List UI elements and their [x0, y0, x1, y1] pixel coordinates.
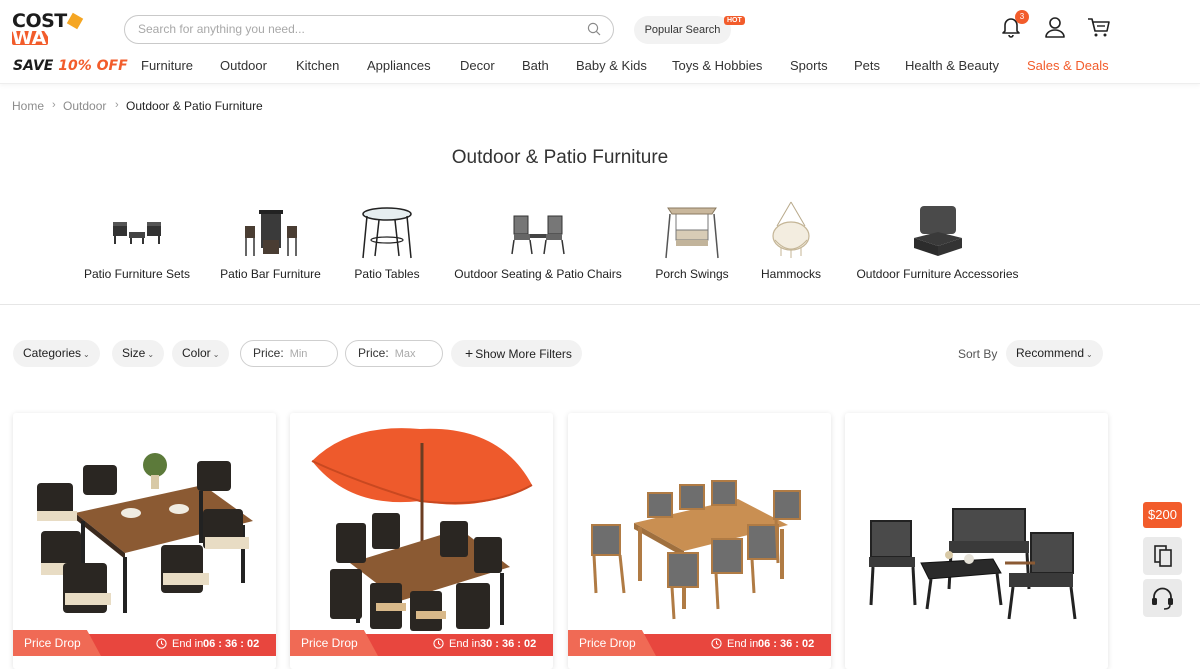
notification-count-badge: 3 — [1015, 10, 1029, 24]
price-drop-bar: Price Drop End in 06 : 36 : 02 — [568, 630, 831, 656]
nav-furniture[interactable]: Furniture — [141, 58, 193, 73]
end-in-label: End in — [449, 638, 481, 650]
nav-pets[interactable]: Pets — [854, 58, 880, 73]
patio-chairs-thumbnail — [511, 215, 565, 255]
filter-color[interactable]: Color ⌄ — [172, 340, 230, 367]
product-card[interactable]: Price Drop End in 06 : 36 : 02 — [13, 413, 276, 669]
site-header: COST WAY SAVE 10% OFF Popular Search HOT… — [0, 0, 1200, 84]
nav-baby-kids[interactable]: Baby & Kids — [576, 58, 647, 73]
category-patio-tables[interactable]: Patio Tables — [352, 200, 422, 281]
nav-decor[interactable]: Decor — [460, 58, 495, 73]
chevron-right-icon: › — [52, 99, 56, 111]
customer-service-button[interactable] — [1143, 579, 1182, 617]
category-label: Outdoor Seating & Patio Chairs — [454, 267, 622, 281]
cushion-thumbnail — [913, 206, 962, 256]
section-divider — [0, 304, 1200, 305]
cart-icon[interactable] — [1086, 14, 1112, 40]
clock-icon — [433, 638, 444, 649]
end-in-label: End in — [172, 638, 204, 650]
category-label: Patio Furniture Sets — [83, 267, 191, 281]
chevron-down-icon: ⌄ — [147, 350, 155, 359]
plus-icon: + — [465, 345, 474, 361]
bar-set-thumbnail — [244, 210, 297, 256]
save-promo[interactable]: SAVE 10% OFF — [13, 58, 128, 74]
show-more-filters-button[interactable]: + Show More Filters — [451, 340, 582, 367]
headset-icon — [1152, 587, 1173, 610]
category-hammocks[interactable]: Hammocks — [758, 200, 824, 281]
nav-kitchen[interactable]: Kitchen — [296, 58, 339, 73]
price-max-field[interactable]: Price: Max — [345, 340, 443, 367]
hot-badge: HOT — [724, 16, 745, 25]
chevron-down-icon: ⌄ — [83, 350, 90, 359]
hammock-thumbnail — [772, 201, 810, 258]
costway-logo[interactable]: COST WAY — [12, 12, 86, 49]
category-outdoor-furniture-accessories[interactable]: Outdoor Furniture Accessories — [852, 200, 1023, 281]
breadcrumb-outdoor[interactable]: Outdoor — [63, 99, 106, 113]
page-title: Outdoor & Patio Furniture — [451, 147, 669, 168]
product-card[interactable]: Price Drop End in 06 : 36 : 02 — [568, 413, 831, 669]
breadcrumb-home[interactable]: Home — [12, 99, 44, 113]
porch-swing-thumbnail — [665, 207, 719, 259]
nav-sales-deals[interactable]: Sales & Deals — [1027, 58, 1109, 73]
category-label: Patio Bar Furniture — [220, 267, 321, 281]
nav-health-beauty[interactable]: Health & Beauty — [905, 58, 999, 73]
countdown-timer: 06 : 36 : 02 — [203, 638, 260, 650]
user-icon[interactable] — [1042, 14, 1068, 40]
category-label: Patio Tables — [354, 267, 420, 281]
product-image — [869, 508, 1077, 620]
category-outdoor-seating[interactable]: Outdoor Seating & Patio Chairs — [451, 200, 625, 281]
price-drop-bar: Price Drop End in 06 : 36 : 02 — [13, 630, 276, 656]
product-image — [591, 480, 801, 620]
price-drop-bar: Price Drop End in 30 : 36 : 02 — [290, 630, 553, 656]
chevron-down-icon: ⌄ — [212, 350, 220, 359]
countdown-timer: 30 : 36 : 02 — [480, 638, 537, 650]
price-min-field[interactable]: Price: Min — [240, 340, 338, 367]
category-label: Outdoor Furniture Accessories — [856, 267, 1019, 281]
logo-text-way: WAY — [12, 27, 58, 49]
product-image — [311, 428, 533, 631]
price-drop-badge: Price Drop — [568, 630, 656, 656]
category-patio-furniture-sets[interactable]: Patio Furniture Sets — [83, 200, 191, 281]
search-input[interactable] — [138, 22, 568, 36]
category-porch-swings[interactable]: Porch Swings — [654, 200, 730, 281]
patio-set-thumbnail — [113, 222, 161, 244]
search-icon[interactable] — [587, 22, 601, 36]
chevron-right-icon: › — [115, 99, 119, 111]
patio-table-thumbnail — [362, 207, 412, 259]
breadcrumb-current: Outdoor & Patio Furniture — [126, 99, 263, 113]
nav-bath[interactable]: Bath — [522, 58, 549, 73]
coupon-tab[interactable]: $200 — [1143, 502, 1182, 528]
product-image — [37, 453, 253, 613]
product-card[interactable] — [845, 413, 1108, 669]
chevron-down-icon: ⌄ — [1086, 350, 1093, 359]
search-bar[interactable] — [124, 15, 614, 44]
clock-icon — [711, 638, 722, 649]
nav-toys-hobbies[interactable]: Toys & Hobbies — [672, 58, 762, 73]
compare-button[interactable] — [1143, 537, 1182, 575]
price-drop-badge: Price Drop — [290, 630, 378, 656]
category-label: Porch Swings — [655, 267, 729, 281]
logo-hexagon — [66, 12, 84, 30]
product-card[interactable]: Price Drop End in 30 : 36 : 02 — [290, 413, 553, 669]
sort-dropdown[interactable]: Recommend ⌄ — [1006, 340, 1103, 367]
filter-size[interactable]: Size ⌄ — [112, 340, 165, 367]
countdown-timer: 06 : 36 : 02 — [758, 638, 815, 650]
nav-appliances[interactable]: Appliances — [367, 58, 431, 73]
price-drop-badge: Price Drop — [13, 630, 101, 656]
sort-by-label: Sort By — [958, 347, 998, 361]
nav-sports[interactable]: Sports — [790, 58, 828, 73]
copy-icon — [1154, 545, 1172, 567]
filter-categories[interactable]: Categories ⌄ — [13, 340, 100, 367]
clock-icon — [156, 638, 167, 649]
category-patio-bar-furniture[interactable]: Patio Bar Furniture — [219, 200, 322, 281]
nav-outdoor[interactable]: Outdoor — [220, 58, 267, 73]
popular-search-button[interactable]: Popular Search — [634, 16, 731, 44]
end-in-label: End in — [727, 638, 759, 650]
category-label: Hammocks — [760, 267, 821, 281]
